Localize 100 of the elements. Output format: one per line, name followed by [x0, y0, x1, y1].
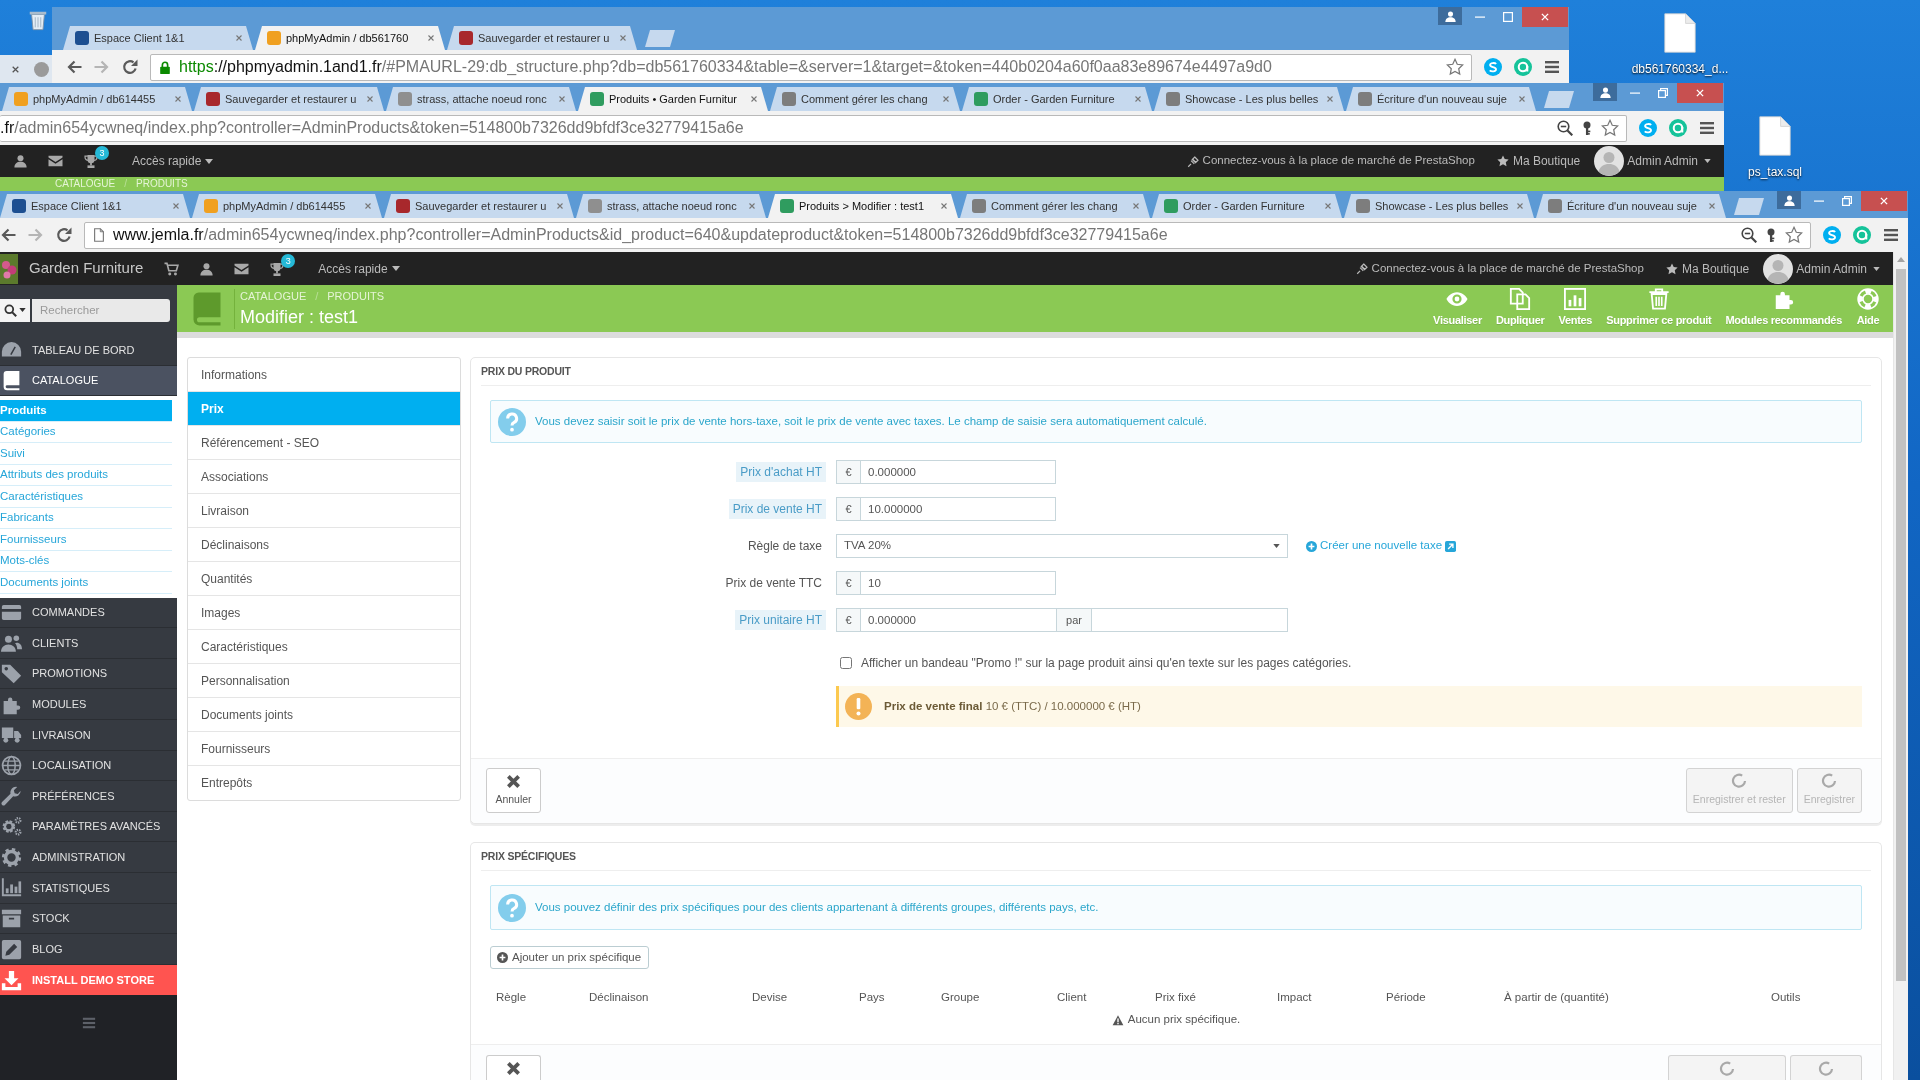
close-icon[interactable] — [174, 95, 182, 103]
product-tab[interactable]: Caractéristiques — [188, 630, 460, 664]
address-bar[interactable]: https://phpmyadmin.1and1.fr/#PMAURL-29:db_structure.php?db=db561760334&table=&server=1&target=&token=440b0204a60f0aa83e89674e4497a9d0 — [150, 53, 1472, 81]
close-icon[interactable] — [1134, 95, 1142, 103]
extension-icon[interactable] — [1484, 58, 1502, 76]
back-icon[interactable] — [66, 59, 82, 75]
user-icon[interactable] — [14, 154, 27, 168]
shop-name[interactable]: Garden Furniture — [29, 257, 144, 280]
forward-icon[interactable] — [94, 59, 110, 75]
menu-item[interactable]: TABLEAU DE BORD — [0, 335, 177, 366]
browser-tab[interactable]: Espace Client 1&1 — [0, 194, 190, 218]
scroll-up-icon[interactable] — [1897, 257, 1905, 262]
product-tab[interactable]: Personnalisation — [188, 664, 460, 698]
close-icon[interactable] — [558, 95, 566, 103]
product-tab[interactable]: Associations — [188, 460, 460, 494]
browser-tab[interactable]: Écriture d'un nouveau suje — [1346, 87, 1536, 111]
menu-item[interactable]: PROMOTIONS — [0, 658, 177, 690]
browser-tab[interactable]: Sauvegarder et restaurer u — [447, 26, 637, 50]
browser-tab[interactable]: strass, attache noeud ronc — [386, 87, 576, 111]
profile-button[interactable] — [1777, 191, 1801, 209]
profile-button[interactable] — [1438, 7, 1462, 25]
close-icon[interactable] — [1324, 202, 1332, 210]
close-icon[interactable] — [172, 202, 180, 210]
extension-icon[interactable] — [1639, 119, 1657, 137]
close-button[interactable] — [1861, 191, 1907, 211]
menu-item[interactable]: PRÉFÉRENCES — [0, 781, 177, 812]
star-icon[interactable] — [1601, 119, 1619, 137]
reload-icon[interactable] — [122, 59, 138, 75]
user-icon[interactable] — [200, 261, 214, 276]
extension-icon[interactable] — [1823, 226, 1841, 244]
user-menu[interactable]: Admin Admin — [1763, 253, 1880, 284]
quick-access-menu[interactable]: Accès rapide — [132, 152, 214, 170]
close-icon[interactable] — [427, 34, 435, 42]
address-bar[interactable]: .fr/admin654ycwneq/index.php?controller=AdminProducts&token=514800b7326dd9bfdf3ce32779415a6e — [0, 114, 1627, 142]
mail-icon[interactable] — [48, 154, 63, 168]
price-input[interactable]: 10.000000 — [861, 497, 1056, 521]
star-icon[interactable] — [1446, 58, 1464, 76]
menu-item[interactable]: STOCK — [0, 903, 177, 935]
quick-access-menu[interactable]: Accès rapide — [318, 259, 400, 278]
close-icon[interactable] — [1516, 202, 1524, 210]
menu-item[interactable]: COMMANDES — [0, 597, 177, 629]
back-icon[interactable] — [0, 227, 16, 243]
browser-tab[interactable]: Produits • Garden Furnitur — [578, 87, 768, 111]
menu-item[interactable]: CLIENTS — [0, 628, 177, 659]
file-icon[interactable] — [1664, 12, 1696, 54]
trophy-icon[interactable] — [270, 261, 285, 276]
product-tab[interactable]: Référencement - SEO — [188, 426, 460, 460]
menu-item[interactable]: ADMINISTRATION — [0, 842, 177, 874]
product-tab[interactable]: Fournisseurs — [188, 732, 460, 766]
address-bar[interactable]: www.jemla.fr/admin654ycwneq/index.php?controller=AdminProducts&id_product=640&updateproduct&token=514800b7326dd9bfdf3ce32779415a6e — [84, 221, 1811, 249]
close-icon[interactable] — [748, 202, 756, 210]
close-icon[interactable] — [556, 202, 564, 210]
close-icon[interactable] — [364, 202, 372, 210]
shop-link[interactable]: Ma Boutique — [1665, 259, 1750, 278]
forward-icon[interactable] — [28, 227, 44, 243]
cancel-button[interactable] — [486, 1055, 541, 1080]
search-field[interactable]: Rechercher — [32, 298, 170, 322]
shop-link[interactable]: Ma Boutique — [1496, 152, 1581, 170]
product-tab[interactable]: Documents joints — [188, 698, 460, 732]
menu-icon[interactable] — [1699, 120, 1715, 136]
promo-checkbox[interactable] — [840, 657, 852, 669]
menu-item[interactable]: BLOG — [0, 934, 177, 965]
profile-button[interactable] — [1593, 83, 1617, 101]
extension-icon[interactable] — [1669, 119, 1687, 137]
browser-tab[interactable]: Order - Garden Furniture — [962, 87, 1152, 111]
cancel-button[interactable]: Annuler — [486, 768, 541, 813]
unit-input[interactable] — [1092, 608, 1288, 632]
maximize-icon[interactable] — [1503, 12, 1513, 22]
browser-tab[interactable]: Espace Client 1&1 — [63, 26, 253, 50]
close-icon[interactable] — [1708, 202, 1716, 210]
close-icon[interactable] — [1518, 95, 1526, 103]
restore-icon[interactable] — [1658, 88, 1668, 98]
new-tab-button[interactable] — [1544, 91, 1574, 108]
close-icon[interactable] — [940, 202, 948, 210]
new-tab-button[interactable] — [645, 30, 675, 47]
browser-tab[interactable]: Order - Garden Furniture — [1152, 194, 1342, 218]
product-tab[interactable]: Livraison — [188, 494, 460, 528]
price-input[interactable]: 10 — [861, 571, 1056, 595]
zoom-out-icon[interactable] — [1557, 120, 1573, 136]
trophy-icon[interactable] — [84, 154, 98, 168]
star-icon[interactable] — [1785, 226, 1803, 244]
search-button[interactable] — [0, 298, 30, 322]
menu-item[interactable]: MODULES — [0, 689, 177, 721]
add-button[interactable]: Ajouter un prix spécifique — [490, 946, 649, 969]
close-icon[interactable] — [1132, 202, 1140, 210]
browser-tab[interactable]: Showcase - Les plus belles — [1154, 87, 1344, 111]
scrollbar-thumb[interactable] — [1896, 269, 1906, 981]
tax-rule-select[interactable]: TVA 20% — [836, 534, 1288, 558]
extension-icon[interactable] — [1514, 58, 1532, 76]
cart-icon[interactable] — [164, 261, 180, 276]
browser-tab[interactable]: phpMyAdmin / db614455 — [2, 87, 192, 111]
close-button[interactable] — [1677, 83, 1723, 103]
product-tab[interactable]: Quantités — [188, 562, 460, 596]
marketplace-link[interactable]: Connectez-vous à la place de marché de PrestaShop — [1186, 152, 1475, 170]
browser-tab[interactable]: Produits > Modifier : test1 — [768, 194, 958, 218]
restore-icon[interactable] — [1842, 196, 1852, 206]
scrollbar[interactable] — [1893, 252, 1908, 1080]
browser-tab[interactable]: Showcase - Les plus belles — [1344, 194, 1534, 218]
zoom-out-icon[interactable] — [1741, 227, 1757, 243]
reload-icon[interactable] — [56, 227, 72, 243]
